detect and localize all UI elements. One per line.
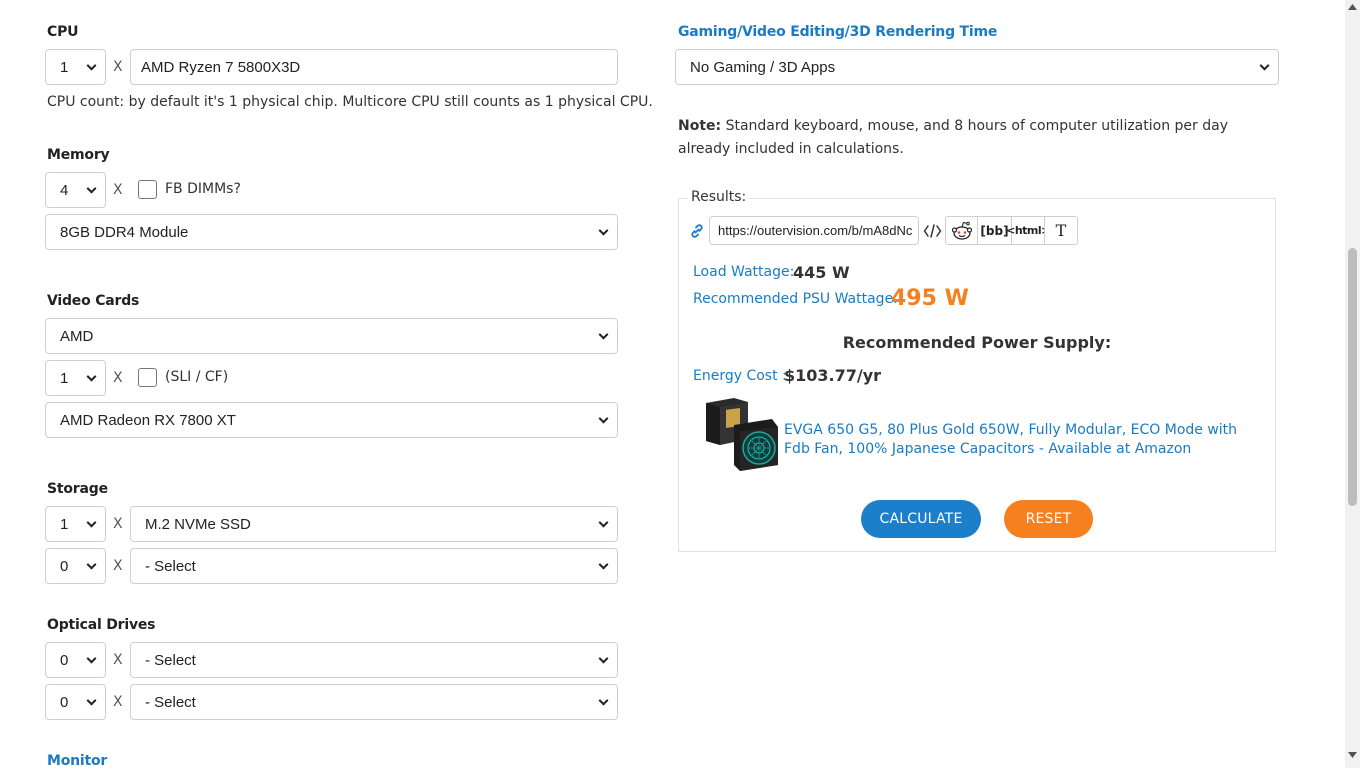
energy-cost-value: $103.77/yr <box>784 366 882 385</box>
storage-type-value: M.2 NVMe SSD <box>145 515 251 533</box>
chevron-down-icon <box>86 371 97 382</box>
psu-product-image[interactable] <box>704 397 780 471</box>
chevron-down-icon <box>598 413 609 424</box>
psu-wattage-label: Recommended PSU Wattage: <box>693 291 898 307</box>
share-url-value: https://outervision.com/b/mA8dNc <box>718 223 913 238</box>
share-url-input[interactable]: https://outervision.com/b/mA8dNc <box>709 216 919 245</box>
optical-type-select[interactable]: - Select <box>130 642 618 678</box>
results-legend: Results: <box>688 189 750 205</box>
multiply-sign: X <box>113 59 123 75</box>
memory-count-select[interactable]: 4 <box>45 172 106 208</box>
memory-label: Memory <box>47 147 110 163</box>
multiply-sign: X <box>113 652 123 668</box>
storage-type-value: - Select <box>145 557 196 575</box>
note-bold: Note: <box>678 118 722 134</box>
storage-type-select[interactable]: M.2 NVMe SSD <box>130 506 618 542</box>
storage-count-select[interactable]: 1 <box>45 506 106 542</box>
html-share-button[interactable]: <html> <box>1006 216 1050 245</box>
cpu-label: CPU <box>47 24 79 40</box>
fb-dimms-label: FB DIMMs? <box>165 181 241 197</box>
psu-wattage-value: 495 W <box>891 286 969 311</box>
chevron-down-icon <box>86 60 97 71</box>
reddit-share-button[interactable] <box>945 216 978 245</box>
text-share-button[interactable]: T <box>1044 216 1078 245</box>
chevron-down-icon <box>86 559 97 570</box>
storage-count-select[interactable]: 0 <box>45 548 106 584</box>
multiply-sign: X <box>113 516 123 532</box>
chevron-down-icon <box>86 517 97 528</box>
reset-button[interactable]: RESET <box>1004 500 1093 538</box>
optical-type-value: - Select <box>145 651 196 669</box>
video-model-select[interactable]: AMD Radeon RX 7800 XT <box>45 402 618 438</box>
gaming-time-label[interactable]: Gaming/Video Editing/3D Rendering Time <box>678 24 997 40</box>
load-wattage-value: 445 W <box>793 263 850 282</box>
storage-count-value: 1 <box>60 515 69 533</box>
multiply-sign: X <box>113 182 123 198</box>
multiply-sign: X <box>113 370 123 386</box>
chevron-down-icon <box>86 695 97 706</box>
reddit-icon <box>951 221 972 240</box>
scrollbar-thumb[interactable] <box>1348 248 1357 506</box>
chevron-down-icon <box>598 695 609 706</box>
cpu-model-input[interactable]: AMD Ryzen 7 5800X3D <box>130 49 618 85</box>
chevron-down-icon <box>598 225 609 236</box>
optical-type-select[interactable]: - Select <box>130 684 618 720</box>
gaming-time-value: No Gaming / 3D Apps <box>690 58 836 76</box>
fb-dimms-checkbox[interactable] <box>138 180 157 199</box>
storage-label: Storage <box>47 481 108 497</box>
optical-count-value: 0 <box>60 693 69 711</box>
link-icon[interactable] <box>689 223 705 239</box>
optical-drives-label: Optical Drives <box>47 617 156 633</box>
embed-code-icon[interactable] <box>923 223 942 239</box>
gaming-time-select[interactable]: No Gaming / 3D Apps <box>675 49 1279 85</box>
chevron-down-icon <box>1259 60 1270 71</box>
memory-module-value: 8GB DDR4 Module <box>60 223 189 241</box>
multiply-sign: X <box>113 558 123 574</box>
chevron-down-icon <box>86 653 97 664</box>
memory-count-value: 4 <box>60 181 69 199</box>
storage-type-select[interactable]: - Select <box>130 548 618 584</box>
scroll-up-icon[interactable] <box>1348 4 1357 10</box>
video-count-value: 1 <box>60 369 69 387</box>
energy-cost-label: Energy Cost : <box>693 368 787 384</box>
cpu-model-value: AMD Ryzen 7 5800X3D <box>141 58 301 76</box>
cpu-count-note: CPU count: by default it's 1 physical ch… <box>47 94 653 110</box>
monitor-label[interactable]: Monitor <box>47 753 107 769</box>
sli-cf-label: (SLI / CF) <box>165 369 229 385</box>
load-wattage-label: Load Wattage: <box>693 264 795 280</box>
cpu-count-value: 1 <box>60 58 69 76</box>
chevron-down-icon <box>598 559 609 570</box>
video-brand-value: AMD <box>60 327 94 345</box>
bbcode-label: [bb] <box>980 223 1009 238</box>
optical-count-value: 0 <box>60 651 69 669</box>
sli-cf-checkbox[interactable] <box>138 368 157 387</box>
chevron-down-icon <box>598 517 609 528</box>
video-cards-label: Video Cards <box>47 293 140 309</box>
chevron-down-icon <box>598 653 609 664</box>
psu-product-link[interactable]: EVGA 650 G5, 80 Plus Gold 650W, Fully Mo… <box>784 421 1244 459</box>
video-brand-select[interactable]: AMD <box>45 318 618 354</box>
storage-count-value: 0 <box>60 557 69 575</box>
video-count-select[interactable]: 1 <box>45 360 106 396</box>
recommended-psu-heading: Recommended Power Supply: <box>842 333 1112 352</box>
scroll-down-icon[interactable] <box>1348 752 1357 758</box>
optical-type-value: - Select <box>145 693 196 711</box>
memory-module-select[interactable]: 8GB DDR4 Module <box>45 214 618 250</box>
chevron-down-icon <box>86 183 97 194</box>
cpu-count-select[interactable]: 1 <box>45 49 106 85</box>
note-text: Standard keyboard, mouse, and 8 hours of… <box>678 118 1228 157</box>
optical-count-select[interactable]: 0 <box>45 684 106 720</box>
text-label: T <box>1055 221 1067 240</box>
multiply-sign: X <box>113 694 123 710</box>
optical-count-select[interactable]: 0 <box>45 642 106 678</box>
calculation-note: Note: Standard keyboard, mouse, and 8 ho… <box>678 115 1268 161</box>
calculate-button[interactable]: CALCULATE <box>861 500 981 538</box>
chevron-down-icon <box>598 329 609 340</box>
video-model-value: AMD Radeon RX 7800 XT <box>60 411 236 429</box>
